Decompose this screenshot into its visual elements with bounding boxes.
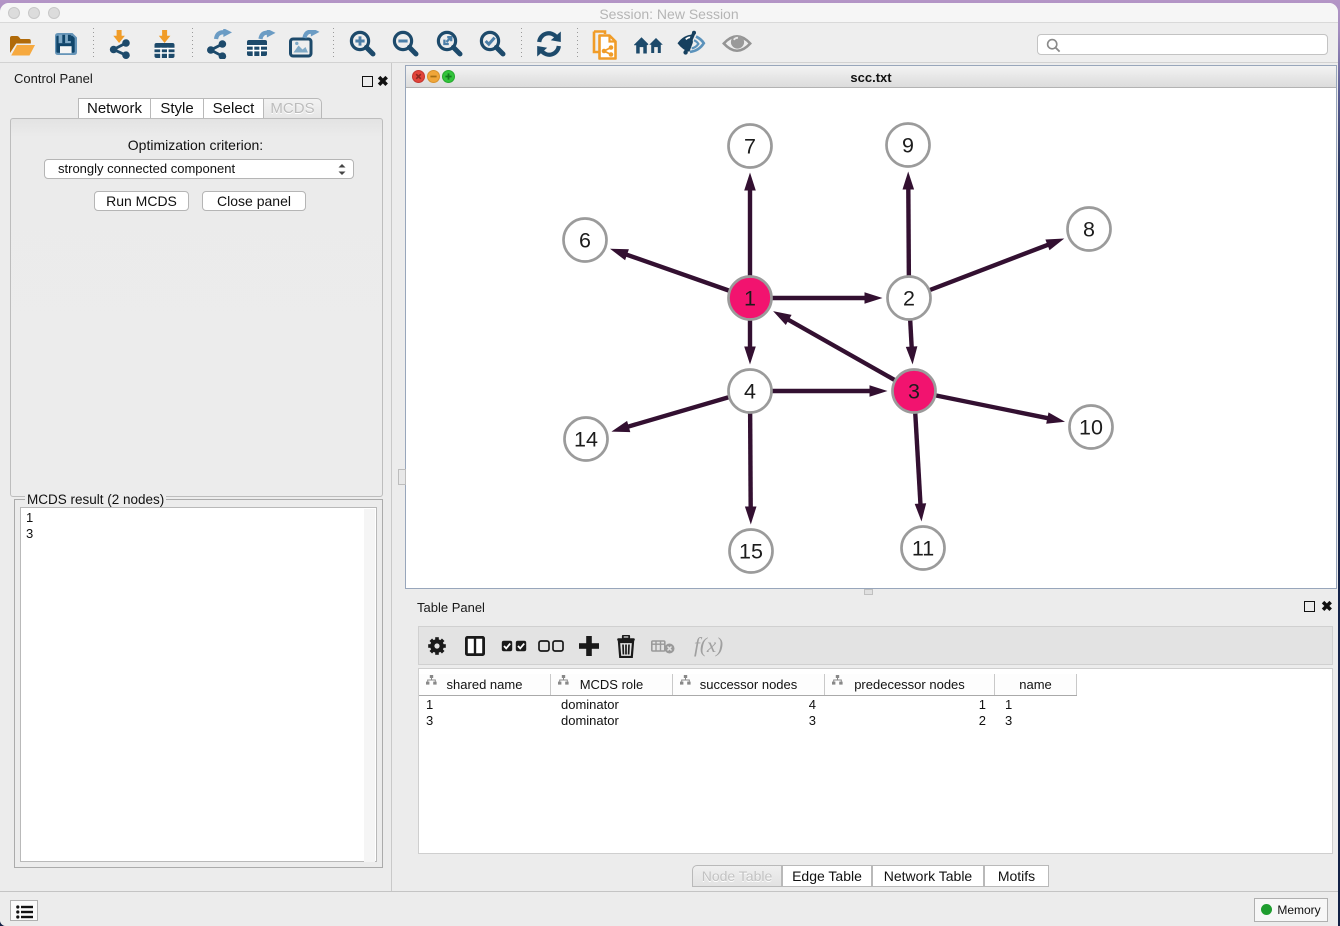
svg-text:1: 1	[744, 287, 756, 311]
svg-text:4: 4	[744, 380, 756, 404]
svg-text:10: 10	[1079, 416, 1103, 440]
svg-text:15: 15	[739, 540, 763, 564]
svg-text:11: 11	[912, 537, 934, 561]
svg-text:2: 2	[903, 287, 915, 311]
svg-text:3: 3	[908, 380, 920, 404]
svg-text:7: 7	[744, 135, 756, 159]
svg-text:9: 9	[902, 134, 914, 158]
svg-text:8: 8	[1083, 218, 1095, 242]
svg-text:14: 14	[574, 428, 598, 452]
svg-text:6: 6	[579, 229, 591, 253]
